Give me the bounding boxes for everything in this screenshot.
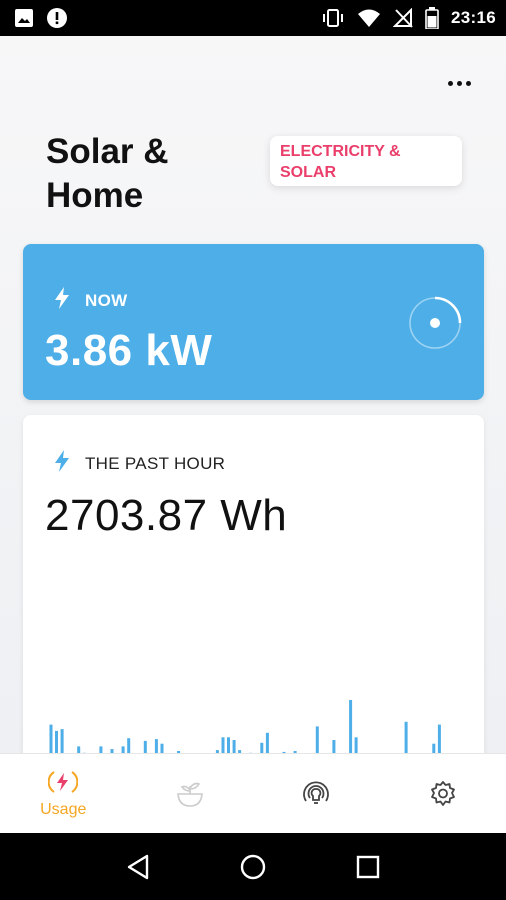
bottom-navigation: Usage xyxy=(0,753,506,833)
main-page: Solar & Home ELECTRICITY & SOLAR NOW 3.8… xyxy=(0,36,506,753)
more-dot-icon xyxy=(447,80,453,86)
chart-bar xyxy=(121,746,125,753)
chart-bar xyxy=(432,743,436,753)
home-icon xyxy=(240,854,266,879)
more-options-button[interactable] xyxy=(442,72,476,94)
loading-spinner-icon xyxy=(409,296,462,349)
now-value: 3.86 kW xyxy=(45,326,213,375)
bolt-circle-icon xyxy=(48,769,79,795)
vibrate-icon xyxy=(321,8,345,28)
past-hour-label: THE PAST HOUR xyxy=(85,453,226,473)
chart-bar xyxy=(437,724,441,753)
chart-bar xyxy=(227,737,230,753)
chart-bar xyxy=(315,726,319,753)
chart-bar xyxy=(77,746,81,753)
status-time: 23:16 xyxy=(451,8,496,27)
image-icon xyxy=(14,8,34,28)
gear-icon xyxy=(429,780,457,808)
chart-bar xyxy=(260,742,264,753)
battery-icon xyxy=(425,7,439,29)
more-dot-icon xyxy=(465,80,471,86)
status-bar-left xyxy=(14,7,68,29)
nav-usage-label: Usage xyxy=(40,800,87,818)
chart-bar xyxy=(354,737,358,753)
chart-bar xyxy=(60,729,64,753)
nav-insights[interactable] xyxy=(253,754,380,833)
chart-bar xyxy=(265,732,269,753)
nav-settings[interactable] xyxy=(380,754,506,833)
chart-bar xyxy=(143,740,147,753)
category-badge[interactable]: ELECTRICITY & SOLAR xyxy=(270,136,462,186)
page-title: Solar & Home xyxy=(46,132,169,215)
chart-bar xyxy=(154,739,158,753)
now-label: NOW xyxy=(85,290,128,310)
plant-icon xyxy=(175,780,205,808)
chart-bar xyxy=(55,730,58,753)
system-navigation xyxy=(0,833,506,900)
chart-bar xyxy=(332,740,336,753)
chart-bar xyxy=(49,724,53,753)
chart-bar xyxy=(404,721,408,753)
nav-plant[interactable] xyxy=(127,754,254,833)
chart-bar xyxy=(160,743,164,753)
chart-bar xyxy=(349,700,353,753)
bulb-radiating-icon xyxy=(301,779,331,809)
chart-bar xyxy=(221,737,225,753)
back-button[interactable] xyxy=(118,847,158,887)
no-signal-icon xyxy=(393,8,413,28)
now-card[interactable]: NOW 3.86 kW xyxy=(23,244,484,400)
chart-bar xyxy=(232,740,236,753)
alert-icon xyxy=(46,7,68,29)
chart-bar xyxy=(99,746,103,753)
status-bar: 23:16 xyxy=(0,0,506,36)
recents-icon xyxy=(357,855,380,878)
past-hour-card[interactable]: THE PAST HOUR 2703.87 Wh xyxy=(23,415,484,753)
past-hour-label-row: THE PAST HOUR xyxy=(53,449,225,478)
past-hour-value: 2703.87 Wh xyxy=(45,491,288,540)
wifi-icon xyxy=(357,8,381,28)
status-bar-right: 23:16 xyxy=(321,7,496,29)
chart-bar xyxy=(127,738,131,753)
now-label-row: NOW xyxy=(53,286,127,315)
bolt-icon xyxy=(53,449,71,478)
recents-button[interactable] xyxy=(348,847,388,887)
home-button[interactable] xyxy=(233,847,273,887)
back-icon xyxy=(127,854,148,879)
nav-usage[interactable]: Usage xyxy=(0,754,127,833)
more-dot-icon xyxy=(456,80,462,86)
bolt-icon xyxy=(53,286,71,315)
